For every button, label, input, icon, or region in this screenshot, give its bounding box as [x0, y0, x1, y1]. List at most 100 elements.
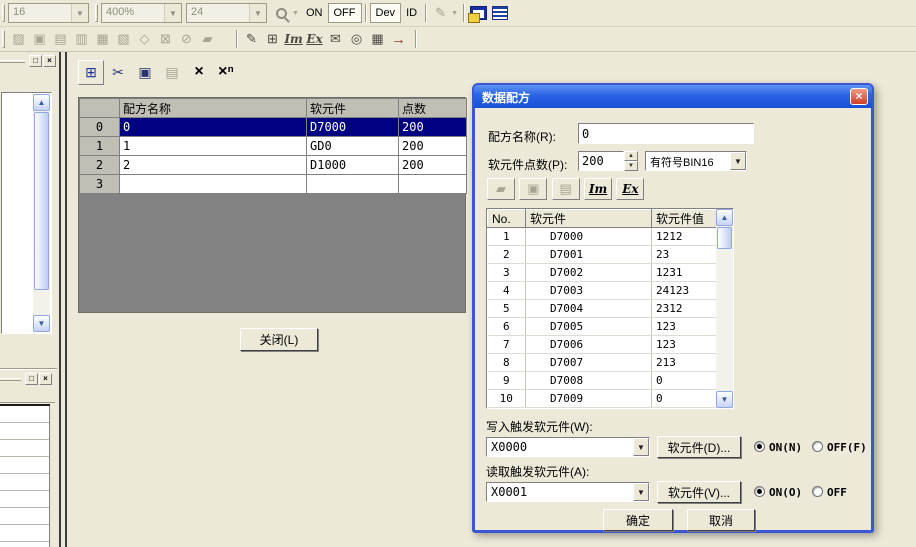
- font-combo[interactable]: 16 ▼: [8, 3, 89, 23]
- recipe-row[interactable]: 1 1 GD0 200: [80, 137, 467, 156]
- cell-value[interactable]: 0: [652, 390, 717, 408]
- cell-no[interactable]: 6: [488, 318, 526, 336]
- preview-window-icon[interactable]: [468, 3, 489, 23]
- forbid-icon[interactable]: ⊘: [176, 29, 197, 49]
- cell-device[interactable]: D7004: [526, 300, 652, 318]
- cell-device[interactable]: D7002: [526, 264, 652, 282]
- paste-icon[interactable]: ▤: [552, 178, 580, 200]
- stamp-tool-icon[interactable]: ▨: [8, 29, 29, 49]
- spin-down-icon[interactable]: ▼: [624, 161, 638, 171]
- row-index[interactable]: 3: [80, 175, 120, 194]
- device-row[interactable]: 1D70001212: [488, 228, 717, 246]
- cell-points[interactable]: 200: [399, 137, 467, 156]
- close-window-button[interactable]: 关闭(L): [240, 328, 318, 351]
- scrollbar-thumb[interactable]: [717, 227, 732, 249]
- delete-icon[interactable]: ×: [186, 60, 212, 85]
- cell-value[interactable]: 1231: [652, 264, 717, 282]
- id-view-button[interactable]: ID: [401, 3, 422, 23]
- mail-icon[interactable]: ⊠: [155, 29, 176, 49]
- recipe-row[interactable]: 0 0 D7000 200: [80, 118, 467, 137]
- panel-close-button[interactable]: ×: [39, 373, 52, 385]
- recipe-row[interactable]: 2 2 D1000 200: [80, 156, 467, 175]
- sort-l-icon[interactable]: ▦: [92, 29, 113, 49]
- cell-device[interactable]: D7000: [526, 228, 652, 246]
- read-trigger-combo[interactable]: X0001 ▼: [486, 482, 650, 502]
- device-row[interactable]: 3D70021231: [488, 264, 717, 282]
- write-off-radio[interactable]: [812, 441, 823, 452]
- copy-object-icon[interactable]: ▣: [29, 29, 50, 49]
- cell-points[interactable]: 200: [399, 118, 467, 137]
- panel-close-button[interactable]: ×: [43, 55, 56, 67]
- cell-value[interactable]: 0: [652, 372, 717, 390]
- scrollbar-thumb[interactable]: [34, 112, 49, 290]
- cell-no[interactable]: 4: [488, 282, 526, 300]
- scroll-down-icon[interactable]: ▼: [716, 391, 733, 408]
- read-off-radio[interactable]: [812, 486, 823, 497]
- splitter-line[interactable]: [65, 52, 67, 547]
- zoom-combo[interactable]: 400% ▼: [101, 3, 182, 23]
- cell-device[interactable]: D1000: [307, 156, 399, 175]
- device-row[interactable]: 4D700324123: [488, 282, 717, 300]
- erase-icon[interactable]: ▰: [487, 178, 515, 200]
- toolbar-gripper[interactable]: [2, 4, 5, 22]
- panel-restore-button[interactable]: □: [29, 55, 42, 67]
- list-panel-rows[interactable]: [0, 406, 50, 547]
- device-list-icon[interactable]: [489, 3, 510, 23]
- dialog-titlebar[interactable]: 数据配方 ×: [474, 85, 872, 108]
- cell-device[interactable]: D7003: [526, 282, 652, 300]
- recipe-name-input[interactable]: [578, 123, 754, 144]
- library-icon[interactable]: ▰: [197, 29, 218, 49]
- write-device-button[interactable]: 软元件(D)...: [657, 436, 741, 458]
- panel-gripper[interactable]: [0, 60, 25, 63]
- row-index[interactable]: 2: [80, 156, 120, 175]
- ok-button[interactable]: 确定: [603, 509, 673, 531]
- chevron-down-icon[interactable]: ▼: [633, 483, 649, 501]
- import-button[interactable]: Im: [584, 178, 612, 200]
- cell-name[interactable]: 2: [120, 156, 307, 175]
- cell-points[interactable]: [399, 175, 467, 194]
- device-view-button[interactable]: Dev: [370, 3, 402, 23]
- grid-icon[interactable]: ▦: [367, 29, 388, 49]
- write-trigger-combo[interactable]: X0000 ▼: [486, 437, 650, 457]
- toolbar-gripper[interactable]: [95, 4, 98, 22]
- find-icon[interactable]: ◎: [346, 29, 367, 49]
- cell-no[interactable]: 2: [488, 246, 526, 264]
- cell-device[interactable]: D7001: [526, 246, 652, 264]
- chevron-down-icon[interactable]: ▼: [451, 10, 460, 17]
- paste-object-icon[interactable]: ▤: [50, 29, 71, 49]
- pen-tool-icon[interactable]: ✎: [430, 3, 451, 23]
- copy-icon[interactable]: ▣: [519, 178, 547, 200]
- cell-no[interactable]: 1: [488, 228, 526, 246]
- read-device-button[interactable]: 软元件(V)...: [657, 481, 741, 503]
- chevron-down-icon[interactable]: ▼: [164, 4, 181, 22]
- scroll-down-icon[interactable]: ▼: [33, 315, 50, 332]
- tag-icon[interactable]: ◇: [134, 29, 155, 49]
- cell-device[interactable]: D7006: [526, 336, 652, 354]
- cell-no[interactable]: 10: [488, 390, 526, 408]
- close-icon[interactable]: ×: [850, 88, 868, 105]
- panel-restore-button[interactable]: □: [25, 373, 38, 385]
- cell-device[interactable]: D7000: [307, 118, 399, 137]
- device-row[interactable]: 5D70042312: [488, 300, 717, 318]
- panel-gripper[interactable]: [0, 378, 21, 381]
- row-index[interactable]: 0: [80, 118, 120, 137]
- cell-no[interactable]: 3: [488, 264, 526, 282]
- read-on-radio[interactable]: [754, 486, 765, 497]
- edit-script-icon[interactable]: ✎: [241, 29, 262, 49]
- chevron-down-icon[interactable]: ▼: [249, 4, 266, 22]
- cell-device[interactable]: GD0: [307, 137, 399, 156]
- cancel-button[interactable]: 取消: [687, 509, 755, 531]
- cell-points[interactable]: 200: [399, 156, 467, 175]
- toolbar-gripper[interactable]: [2, 30, 5, 48]
- import-icon[interactable]: Im: [283, 29, 304, 49]
- cell-no[interactable]: 8: [488, 354, 526, 372]
- device-points-input[interactable]: [578, 151, 624, 171]
- on-preview-button[interactable]: ON: [301, 3, 328, 23]
- cell-value[interactable]: 123: [652, 336, 717, 354]
- next-arrow-icon[interactable]: →: [388, 29, 409, 49]
- vertical-scrollbar[interactable]: ▲ ▼: [716, 209, 733, 408]
- cell-value[interactable]: 123: [652, 318, 717, 336]
- cell-value[interactable]: 213: [652, 354, 717, 372]
- add-recipe-button[interactable]: ⊞: [78, 60, 104, 85]
- chevron-down-icon[interactable]: ▼: [730, 152, 746, 170]
